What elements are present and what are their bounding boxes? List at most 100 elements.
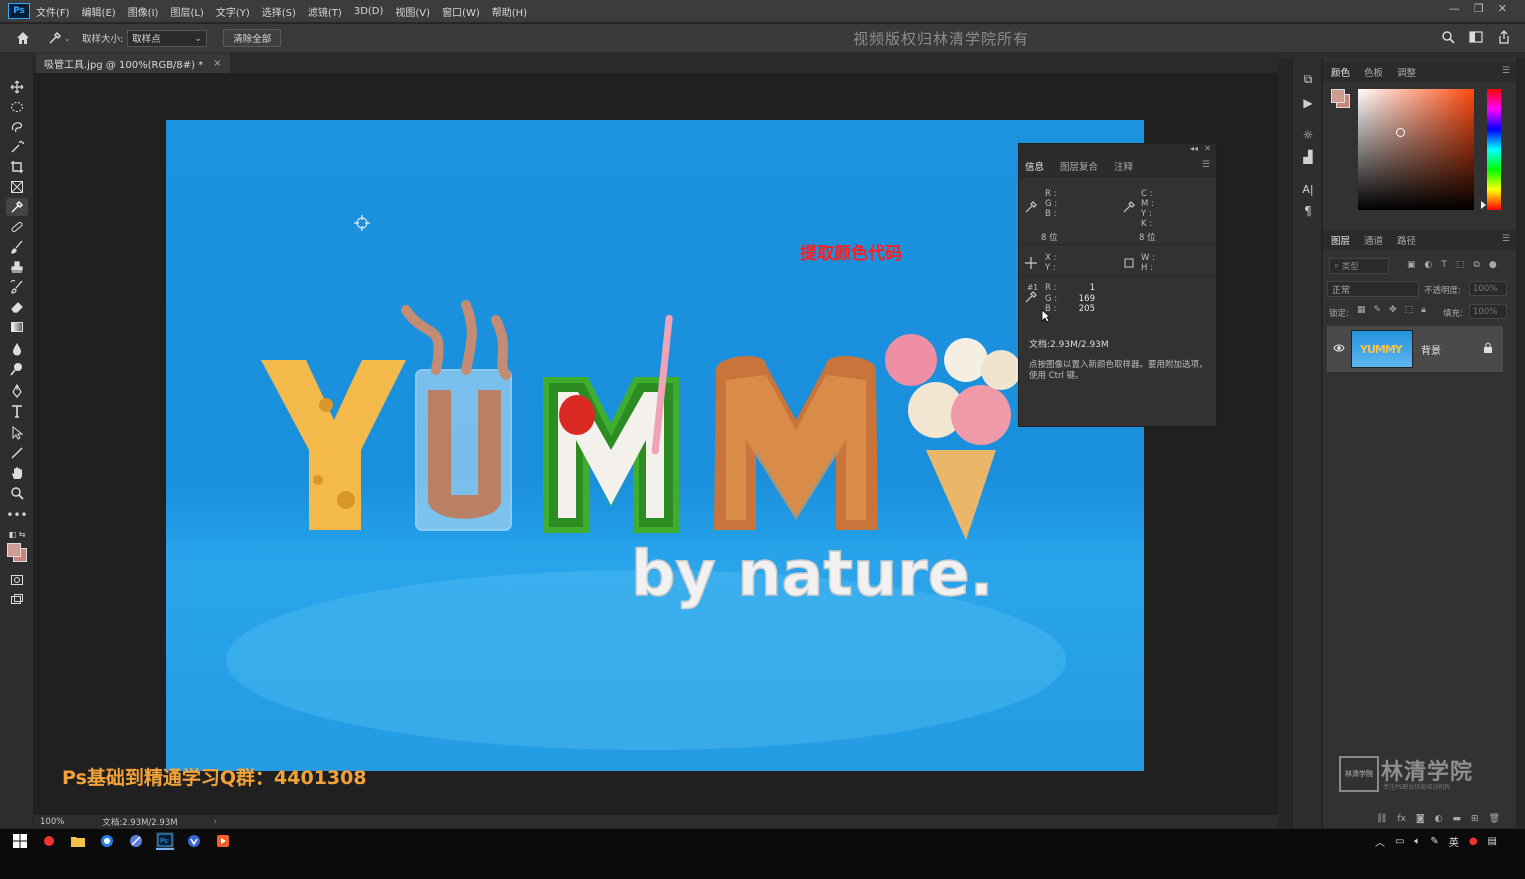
restore-icon[interactable]: ❐ bbox=[1474, 2, 1484, 15]
windows-start-icon[interactable] bbox=[11, 832, 29, 850]
tab-info[interactable]: 信息 bbox=[1025, 159, 1044, 173]
filter-adjustment-icon[interactable]: ◐ bbox=[1425, 260, 1433, 270]
picker-marker[interactable] bbox=[1396, 128, 1405, 137]
adjustments-icon[interactable]: ☼ bbox=[1301, 128, 1315, 142]
frame-tool[interactable] bbox=[6, 178, 28, 196]
filter-type-icon[interactable]: T bbox=[1441, 260, 1447, 270]
file-explorer-icon[interactable] bbox=[69, 832, 87, 850]
close-icon[interactable]: ✕ bbox=[1498, 2, 1507, 15]
hand-tool[interactable] bbox=[6, 464, 28, 482]
history-icon[interactable]: ⧉ bbox=[1301, 72, 1315, 86]
tab-notes[interactable]: 注释 bbox=[1114, 159, 1133, 173]
chevron-up-icon[interactable]: ︿ bbox=[1375, 834, 1385, 849]
clear-all-button[interactable]: 清除全部 bbox=[223, 29, 282, 47]
clone-stamp-tool[interactable] bbox=[6, 258, 28, 276]
actions-play-icon[interactable]: ▶ bbox=[1301, 96, 1315, 110]
marquee-tool[interactable] bbox=[6, 98, 28, 116]
filter-smart-object-icon[interactable]: ⧉ bbox=[1473, 260, 1479, 270]
eyedropper-tool[interactable] bbox=[6, 198, 28, 216]
volume-icon[interactable]: 🔈︎ bbox=[1414, 836, 1420, 847]
foreground-color-swatch[interactable] bbox=[1331, 89, 1345, 103]
eraser-tool[interactable] bbox=[6, 298, 28, 316]
layer-filter-select[interactable]: ⌕ 类型 bbox=[1329, 258, 1389, 274]
filter-toggle-icon[interactable]: ● bbox=[1489, 260, 1497, 270]
hue-marker[interactable] bbox=[1481, 201, 1486, 209]
close-icon[interactable]: × bbox=[213, 58, 221, 69]
tool-preset-picker[interactable]: ⌄ bbox=[48, 31, 78, 45]
menu-file[interactable]: 文件(F) bbox=[36, 4, 70, 19]
tab-paths[interactable]: 路径 bbox=[1397, 233, 1416, 247]
blur-tool[interactable] bbox=[6, 340, 28, 358]
close-icon[interactable]: ✕ bbox=[1204, 144, 1211, 153]
app-icon-2[interactable] bbox=[127, 832, 145, 850]
menu-edit[interactable]: 编辑(E) bbox=[82, 4, 116, 19]
lock-move-icon[interactable]: ✥ bbox=[1389, 305, 1397, 315]
menu-window[interactable]: 窗口(W) bbox=[442, 4, 480, 19]
add-mask-icon[interactable]: ◙ bbox=[1416, 814, 1425, 824]
crop-tool[interactable] bbox=[6, 158, 28, 176]
menu-view[interactable]: 视图(V) bbox=[395, 4, 430, 19]
menu-image[interactable]: 图像(I) bbox=[128, 4, 159, 19]
hue-slider[interactable] bbox=[1487, 89, 1501, 210]
zoom-tool[interactable] bbox=[6, 484, 28, 502]
app-tray-icon[interactable]: ● bbox=[1469, 836, 1478, 847]
panel-menu-icon[interactable]: ☰ bbox=[1502, 66, 1510, 76]
pen-icon[interactable]: ✎ bbox=[1430, 836, 1438, 847]
lock-all-icon[interactable]: 🔒︎ bbox=[1421, 305, 1426, 315]
tab-adjustments[interactable]: 调整 bbox=[1397, 65, 1416, 79]
tab-layers[interactable]: 图层 bbox=[1331, 233, 1350, 247]
brush-tool[interactable] bbox=[6, 238, 28, 256]
tab-color[interactable]: 颜色 bbox=[1331, 65, 1350, 79]
fill-field[interactable]: 100% bbox=[1469, 304, 1507, 319]
new-layer-icon[interactable]: ⊞ bbox=[1471, 814, 1479, 824]
adjustment-layer-icon[interactable]: ◐ bbox=[1435, 814, 1443, 824]
ime-indicator[interactable]: 英 bbox=[1449, 834, 1459, 849]
status-more-arrow[interactable]: › bbox=[214, 817, 217, 827]
info-panel-titlebar[interactable]: ◂◂ ✕ bbox=[1019, 144, 1216, 156]
menu-type[interactable]: 文字(Y) bbox=[216, 4, 250, 19]
search-icon[interactable] bbox=[1441, 30, 1455, 44]
tab-layer-comps[interactable]: 图层复合 bbox=[1060, 159, 1098, 173]
document-artwork[interactable]: by nature. 提取颜色代码 bbox=[166, 120, 1144, 771]
zoom-level[interactable]: 100% bbox=[40, 817, 64, 827]
filter-pixel-icon[interactable]: ▣ bbox=[1407, 260, 1416, 270]
character-icon[interactable]: A| bbox=[1301, 182, 1315, 196]
share-icon[interactable] bbox=[1497, 30, 1511, 44]
sample-size-select[interactable]: 取样点 ⌄ bbox=[127, 29, 208, 47]
new-group-icon[interactable]: ▬ bbox=[1453, 814, 1462, 824]
browser-icon[interactable] bbox=[98, 832, 116, 850]
panel-menu-icon[interactable]: ☰ bbox=[1202, 160, 1210, 170]
pen-tool[interactable] bbox=[6, 382, 28, 400]
eye-icon[interactable] bbox=[1333, 343, 1345, 353]
panel-menu-icon[interactable]: ☰ bbox=[1502, 234, 1510, 244]
tab-channels[interactable]: 通道 bbox=[1364, 233, 1383, 247]
link-layers-icon[interactable]: ⛓ bbox=[1376, 814, 1387, 824]
dodge-tool[interactable] bbox=[6, 360, 28, 378]
color-picker-field[interactable] bbox=[1358, 89, 1474, 210]
move-tool[interactable] bbox=[6, 78, 28, 96]
tab-swatches[interactable]: 色板 bbox=[1364, 65, 1383, 79]
layer-name[interactable]: 背景 bbox=[1421, 342, 1441, 357]
menu-layer[interactable]: 图层(L) bbox=[170, 4, 203, 19]
type-tool[interactable] bbox=[6, 402, 28, 420]
gradient-tool[interactable] bbox=[6, 318, 28, 336]
screen-mode-button[interactable] bbox=[6, 591, 28, 609]
histogram-icon[interactable]: ▟ bbox=[1301, 150, 1315, 164]
filter-shape-icon[interactable]: ⬚ bbox=[1456, 260, 1465, 270]
lock-transparent-icon[interactable]: ▦ bbox=[1357, 305, 1366, 315]
path-selection-tool[interactable] bbox=[6, 424, 28, 442]
app-icon-1[interactable] bbox=[40, 832, 58, 850]
lock-artboard-icon[interactable]: ⬚ bbox=[1405, 305, 1414, 315]
media-player-icon[interactable] bbox=[214, 832, 232, 850]
opacity-field[interactable]: 100% bbox=[1469, 281, 1507, 296]
network-icon[interactable]: ▭ bbox=[1395, 836, 1404, 847]
menu-help[interactable]: 帮助(H) bbox=[492, 4, 527, 19]
line-tool[interactable] bbox=[6, 444, 28, 462]
lasso-tool[interactable] bbox=[6, 118, 28, 136]
paragraph-icon[interactable]: ¶ bbox=[1301, 204, 1315, 218]
foreground-color-swatch[interactable] bbox=[7, 543, 21, 557]
app-icon-3[interactable] bbox=[185, 832, 203, 850]
fx-icon[interactable]: fx bbox=[1397, 814, 1406, 824]
menu-filter[interactable]: 滤镜(T) bbox=[308, 4, 342, 19]
layer-row-background[interactable]: YUMMY 背景 bbox=[1327, 326, 1503, 372]
